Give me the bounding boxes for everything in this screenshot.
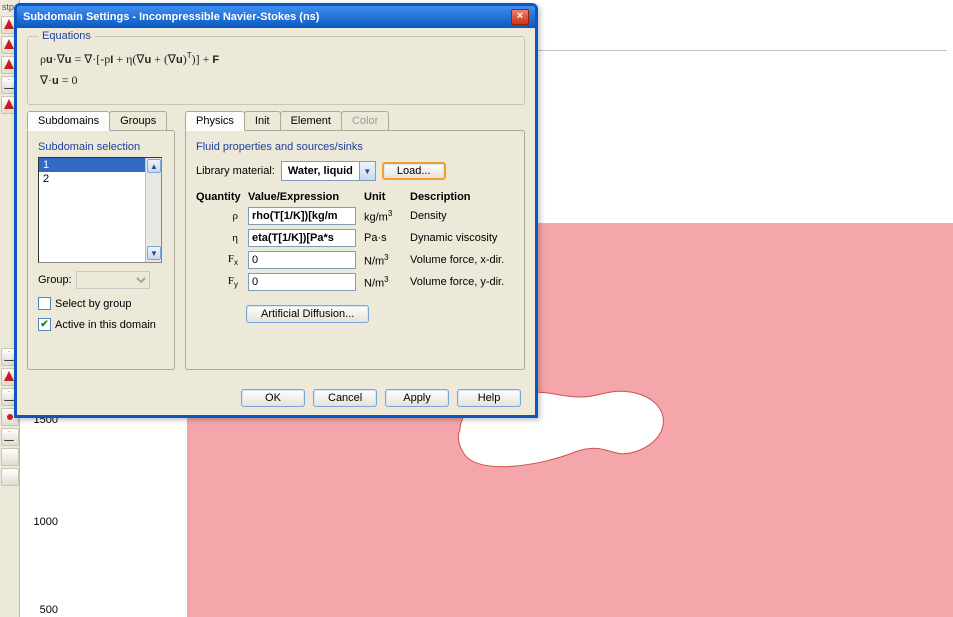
tool-misc-1[interactable] xyxy=(1,448,19,466)
library-material-combo[interactable]: Water, liquid ▼ xyxy=(281,161,376,181)
input-rho[interactable] xyxy=(248,207,356,225)
artificial-diffusion-button[interactable]: Artificial Diffusion... xyxy=(246,305,369,323)
properties-grid: Quantity Value/Expression Unit Descripti… xyxy=(196,191,514,291)
unit-rho: kg/m3 xyxy=(364,209,404,224)
qty-fx: Fx xyxy=(196,253,242,267)
desc-eta: Dynamic viscosity xyxy=(410,232,514,244)
input-fy[interactable] xyxy=(248,273,356,291)
dialog-title: Subdomain Settings - Incompressible Navi… xyxy=(23,11,319,23)
subdomains-panel: Subdomain selection 1 2 ▲ ▼ Group: Selec… xyxy=(27,130,175,370)
desc-fx: Volume force, x-dir. xyxy=(410,254,514,266)
right-tabs: Physics Init Element Color xyxy=(185,111,525,130)
desc-rho: Density xyxy=(410,210,514,222)
close-button[interactable]: × xyxy=(511,9,529,25)
tab-physics[interactable]: Physics xyxy=(185,111,245,131)
active-in-domain-label: Active in this domain xyxy=(55,319,156,331)
col-description: Description xyxy=(410,191,514,203)
select-by-group-label: Select by group xyxy=(55,298,131,310)
apply-button[interactable]: Apply xyxy=(385,389,449,407)
library-material-value: Water, liquid xyxy=(282,163,359,179)
tab-groups[interactable]: Groups xyxy=(109,111,167,130)
col-unit: Unit xyxy=(364,191,404,203)
list-item[interactable]: 2 xyxy=(39,172,161,186)
col-quantity: Quantity xyxy=(196,191,242,203)
ytick-1000: 1000 xyxy=(30,516,58,528)
qty-rho: ρ xyxy=(196,210,242,222)
properties-title: Fluid properties and sources/sinks xyxy=(196,141,514,153)
equations-group: Equations ρu·∇u = ∇·[-pI + η(∇u + (∇u)T)… xyxy=(27,36,525,105)
listbox-scrollbar[interactable]: ▲ ▼ xyxy=(145,158,161,262)
equation-continuity: ∇·u = 0 xyxy=(40,73,512,88)
scroll-down-icon[interactable]: ▼ xyxy=(147,246,161,260)
tab-element[interactable]: Element xyxy=(280,111,342,130)
scroll-up-icon[interactable]: ▲ xyxy=(147,159,161,173)
select-by-group-checkbox[interactable] xyxy=(38,297,51,310)
subdomain-settings-dialog: Subdomain Settings - Incompressible Navi… xyxy=(14,3,538,418)
group-label: Group: xyxy=(38,274,72,286)
ytick-500: 500 xyxy=(30,604,58,616)
equations-legend: Equations xyxy=(38,30,95,42)
load-button[interactable]: Load... xyxy=(382,162,446,180)
desc-fy: Volume force, y-dir. xyxy=(410,276,514,288)
chevron-down-icon[interactable]: ▼ xyxy=(359,162,375,180)
tab-color[interactable]: Color xyxy=(341,111,389,130)
tab-subdomains[interactable]: Subdomains xyxy=(27,111,110,131)
tab-init[interactable]: Init xyxy=(244,111,281,130)
unit-fx: N/m3 xyxy=(364,253,404,268)
unit-fy: N/m3 xyxy=(364,275,404,290)
tool-outline-4[interactable] xyxy=(1,428,19,446)
list-item[interactable]: 1 xyxy=(39,158,161,172)
equation-momentum: ρu·∇u = ∇·[-pI + η(∇u + (∇u)T)] + F xyxy=(40,51,512,67)
physics-panel: Fluid properties and sources/sinks Libra… xyxy=(185,130,525,370)
help-button[interactable]: Help xyxy=(457,389,521,407)
unit-eta: Pa·s xyxy=(364,232,404,244)
dialog-buttons: OK Cancel Apply Help xyxy=(241,389,521,407)
left-tabs: Subdomains Groups xyxy=(27,111,175,130)
ok-button[interactable]: OK xyxy=(241,389,305,407)
cancel-button[interactable]: Cancel xyxy=(313,389,377,407)
library-material-label: Library material: xyxy=(196,165,275,177)
active-in-domain-checkbox[interactable]: ✔ xyxy=(38,318,51,331)
subdomain-listbox[interactable]: 1 2 ▲ ▼ xyxy=(38,157,162,263)
tool-misc-2[interactable] xyxy=(1,468,19,486)
qty-eta: η xyxy=(196,232,242,244)
input-eta[interactable] xyxy=(248,229,356,247)
dialog-titlebar[interactable]: Subdomain Settings - Incompressible Navi… xyxy=(17,6,535,28)
col-value: Value/Expression xyxy=(248,191,358,203)
qty-fy: Fy xyxy=(196,275,242,289)
input-fx[interactable] xyxy=(248,251,356,269)
group-select[interactable] xyxy=(76,271,150,289)
selection-label: Subdomain selection xyxy=(38,141,164,153)
close-icon: × xyxy=(517,10,523,22)
